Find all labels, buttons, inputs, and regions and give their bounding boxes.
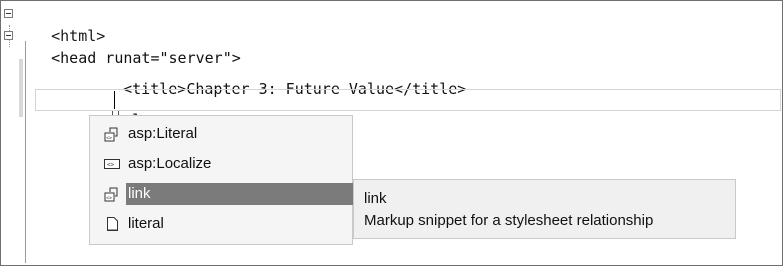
- tooltip-title: link: [364, 190, 387, 207]
- completion-item-selected[interactable]: <> link: [104, 182, 356, 206]
- collapse-html-icon[interactable]: [4, 9, 13, 18]
- svg-text:<>: <>: [107, 162, 115, 169]
- selection-highlight: [126, 183, 356, 205]
- completion-item[interactable]: literal: [104, 212, 352, 236]
- completion-item-label: asp:Localize: [128, 155, 212, 172]
- completion-item-label: asp:Literal: [128, 125, 198, 142]
- control-snippet-icon: <>: [104, 187, 118, 202]
- current-line-highlight: [35, 89, 781, 111]
- quick-info-tooltip: link Markup snippet for a stylesheet rel…: [353, 179, 736, 239]
- svg-text:<>: <>: [106, 136, 112, 142]
- control-icon: <>: [104, 159, 120, 169]
- snippet-page-icon: [107, 217, 118, 231]
- completion-item-label: link: [128, 185, 151, 202]
- collapse-head-icon[interactable]: [4, 31, 13, 40]
- control-snippet-icon: <>: [104, 127, 118, 142]
- completion-item-label: literal: [128, 215, 164, 232]
- completion-item[interactable]: <> asp:Localize: [104, 152, 352, 176]
- text-caret: [114, 91, 115, 109]
- code-editor[interactable]: <html> <head runat="server"> <title>Chap…: [0, 0, 783, 266]
- intellisense-list[interactable]: <> asp:Literal <> asp:Localize <> link l…: [89, 115, 356, 245]
- tooltip-description: Markup snippet for a stylesheet relation…: [364, 212, 654, 229]
- svg-text:<>: <>: [106, 196, 112, 202]
- completion-item[interactable]: <> asp:Literal: [104, 122, 352, 146]
